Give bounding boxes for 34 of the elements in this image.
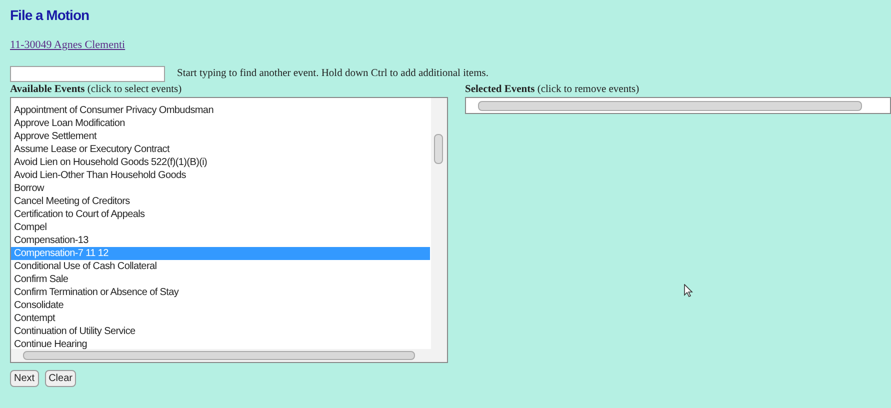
event-option[interactable]: Approve Settlement [11,130,430,143]
event-option[interactable]: Confirm Termination or Absence of Stay [11,286,430,299]
search-hint: Start typing to find another event. Hold down Ctrl to add additional items. [177,67,488,82]
event-option[interactable]: Assume Lease or Executory Contract [11,143,430,156]
event-option[interactable]: Continue Hearing [11,338,430,351]
scroll-thumb[interactable] [23,351,415,360]
form-button[interactable]: Clear [44,370,76,387]
event-option[interactable]: Compensation-13 [11,234,430,247]
case-link[interactable]: 11-30049 Agnes Clementi [10,38,126,52]
event-option[interactable]: Appointment of Consumer Privacy Ombudsman [11,104,430,117]
event-option[interactable]: Cancel Meeting of Creditors [11,195,430,208]
event-option[interactable]: Consolidate [11,299,430,312]
available-events-list[interactable] [10,97,448,363]
event-option[interactable]: Borrow [11,182,430,195]
event-option[interactable]: Avoid Lien-Other Than Household Goods [11,169,430,182]
scroll-thumb[interactable] [478,100,862,110]
horizontal-scrollbar[interactable] [11,349,447,362]
event-option[interactable]: Certification to Court of Appeals [11,208,430,221]
event-option[interactable]: Continuation of Utility Service [11,325,430,338]
event-option[interactable]: Avoid Lien on Household Goods 522(f)(1)(B)(i) [11,156,430,169]
event-search-field[interactable] [10,66,165,82]
scroll-thumb[interactable] [434,134,443,164]
event-option[interactable]: Conditional Use of Cash Collateral [11,260,430,273]
selected-events-heading: Selected Events (click to remove events) [465,83,640,96]
event-option[interactable]: Confirm Sale [11,273,430,286]
available-events-heading: Available Events (click to select events) [10,83,183,96]
selected-events-list[interactable] [465,97,891,114]
event-option[interactable]: Contempt [11,312,430,325]
mouse-pointer-icon [684,284,693,297]
event-option[interactable]: Approve Loan Modification [11,117,430,130]
vertical-scrollbar[interactable] [431,98,447,350]
event-option[interactable]: Compel [11,221,430,234]
page-title: File a Motion [10,6,90,24]
form-button[interactable]: Next [10,370,39,387]
